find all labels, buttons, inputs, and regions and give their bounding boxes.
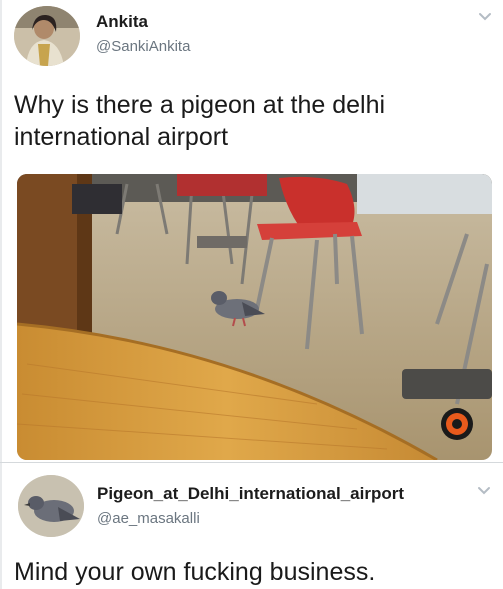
- chevron-down-icon[interactable]: [478, 12, 492, 22]
- tweet-original[interactable]: Ankita @SankiAnkita Why is there a pigeo…: [0, 0, 503, 462]
- ankita-avatar[interactable]: [14, 6, 80, 66]
- reply-author-name[interactable]: Pigeon_at_Delhi_international_airport: [97, 484, 404, 504]
- reply-text: Mind your own fucking business.: [14, 558, 376, 586]
- pigeon-avatar[interactable]: [18, 475, 84, 537]
- tweet-text-line-2: international airport: [14, 123, 229, 151]
- author-name[interactable]: Ankita: [96, 12, 148, 32]
- pigeon-airport-photo[interactable]: [17, 174, 492, 460]
- reply-author-handle[interactable]: @ae_masakalli: [97, 510, 200, 527]
- tweet-text-line-1: Why is there a pigeon at the delhi: [14, 91, 386, 119]
- author-handle[interactable]: @SankiAnkita: [96, 38, 190, 55]
- chevron-down-icon[interactable]: [477, 486, 491, 496]
- circular-logo-watermark: [441, 408, 473, 440]
